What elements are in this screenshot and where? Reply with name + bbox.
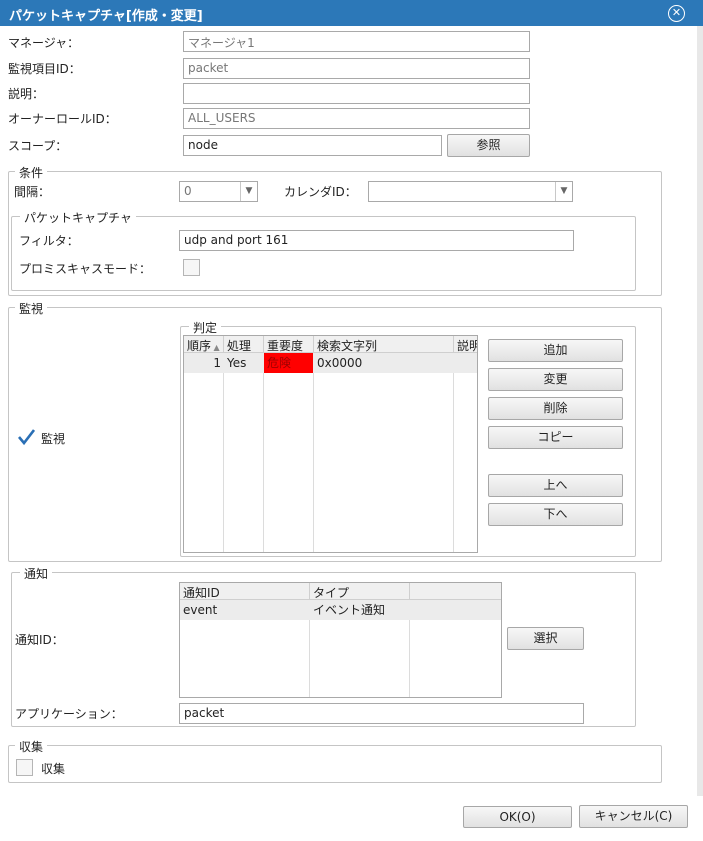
column-header-process[interactable]: 処理	[224, 336, 264, 353]
owner-role-field[interactable]: ALL_USERS	[183, 108, 530, 129]
packet-capture-group	[11, 216, 636, 291]
notify-id-label: 通知ID：	[15, 633, 64, 647]
notify-table[interactable]: 通知ID タイプ event イベント通知	[179, 582, 502, 698]
application-label: アプリケーション：	[15, 707, 123, 721]
collect-legend: 収集	[15, 738, 48, 755]
scrollbar[interactable]	[697, 26, 703, 796]
checkmark-icon	[18, 429, 36, 446]
process-cell: Yes	[227, 356, 247, 370]
move-down-button[interactable]: 下へ	[488, 503, 623, 526]
select-notify-button[interactable]: 選択	[507, 627, 584, 650]
modify-button[interactable]: 変更	[488, 368, 623, 391]
calendar-label: カレンダID：	[284, 185, 357, 199]
copy-button[interactable]: コピー	[488, 426, 623, 449]
calendar-select[interactable]: ▼	[368, 181, 573, 202]
cancel-button[interactable]: キャンセル(C)	[579, 805, 688, 828]
chevron-down-icon: ▼	[240, 182, 257, 201]
collect-label: 収集	[41, 762, 66, 776]
chevron-down-icon: ▼	[555, 182, 572, 201]
packet-capture-legend: パケットキャプチャ	[20, 209, 136, 226]
monitor-enabled-label: 監視	[41, 432, 66, 446]
scope-reference-button[interactable]: 参照	[447, 134, 530, 157]
scope-label: スコープ：	[8, 139, 68, 153]
description-field[interactable]	[183, 83, 530, 104]
monitor-enabled-checkbox[interactable]	[17, 428, 36, 446]
column-header-empty	[410, 583, 501, 600]
monitor-id-label: 監視項目ID：	[8, 62, 81, 76]
order-cell: 1	[213, 356, 221, 370]
interval-value: 0	[184, 184, 192, 198]
promiscuous-mode-label: プロミスキャスモード：	[19, 262, 152, 276]
collect-group	[8, 745, 662, 783]
conditions-legend: 条件	[15, 164, 48, 181]
pattern-cell: 0x0000	[317, 356, 363, 370]
notify-type-cell: イベント通知	[313, 603, 386, 617]
ok-button[interactable]: OK(O)	[463, 806, 572, 828]
column-header-priority[interactable]: 重要度	[264, 336, 314, 353]
judge-table[interactable]: 順序 ▲ 処理 重要度 検索文字列 説明 1 Yes 危険 0x0000	[183, 335, 478, 553]
interval-select[interactable]: 0 ▼	[179, 181, 258, 202]
delete-button[interactable]: 削除	[488, 397, 623, 420]
priority-cell: 危険	[264, 353, 313, 373]
filter-field[interactable]: udp and port 161	[179, 230, 574, 251]
manager-label: マネージャ：	[8, 36, 80, 50]
window-title: パケットキャプチャ[作成・変更]	[9, 9, 203, 24]
manager-field: マネージャ1	[183, 31, 530, 52]
monitor-id-field[interactable]: packet	[183, 58, 530, 79]
filter-label: フィルタ：	[19, 234, 79, 248]
close-icon[interactable]: ✕	[668, 5, 685, 22]
judge-legend: 判定	[189, 319, 222, 336]
description-label: 説明：	[8, 87, 45, 101]
scope-field: node	[183, 135, 442, 156]
table-row[interactable]: 1 Yes 危険 0x0000	[184, 353, 477, 373]
collect-checkbox[interactable]	[16, 759, 33, 776]
monitor-legend: 監視	[15, 300, 48, 317]
owner-role-label: オーナーロールID：	[8, 112, 117, 126]
column-header-type[interactable]: タイプ	[310, 583, 410, 600]
column-header-notify-id[interactable]: 通知ID	[180, 583, 310, 600]
notify-id-cell: event	[183, 603, 218, 617]
column-header-order[interactable]: 順序 ▲	[184, 336, 224, 353]
add-button[interactable]: 追加	[488, 339, 623, 362]
application-field[interactable]: packet	[179, 703, 584, 724]
column-header-pattern[interactable]: 検索文字列	[314, 336, 454, 353]
table-row[interactable]: event イベント通知	[180, 600, 501, 620]
description-cell	[454, 353, 477, 373]
window-title-bar: パケットキャプチャ[作成・変更]	[0, 0, 703, 26]
move-up-button[interactable]: 上へ	[488, 474, 623, 497]
notify-legend: 通知	[20, 565, 53, 582]
promiscuous-mode-checkbox[interactable]	[183, 259, 200, 276]
interval-label: 間隔：	[14, 185, 51, 199]
column-header-description[interactable]: 説明	[454, 336, 477, 353]
